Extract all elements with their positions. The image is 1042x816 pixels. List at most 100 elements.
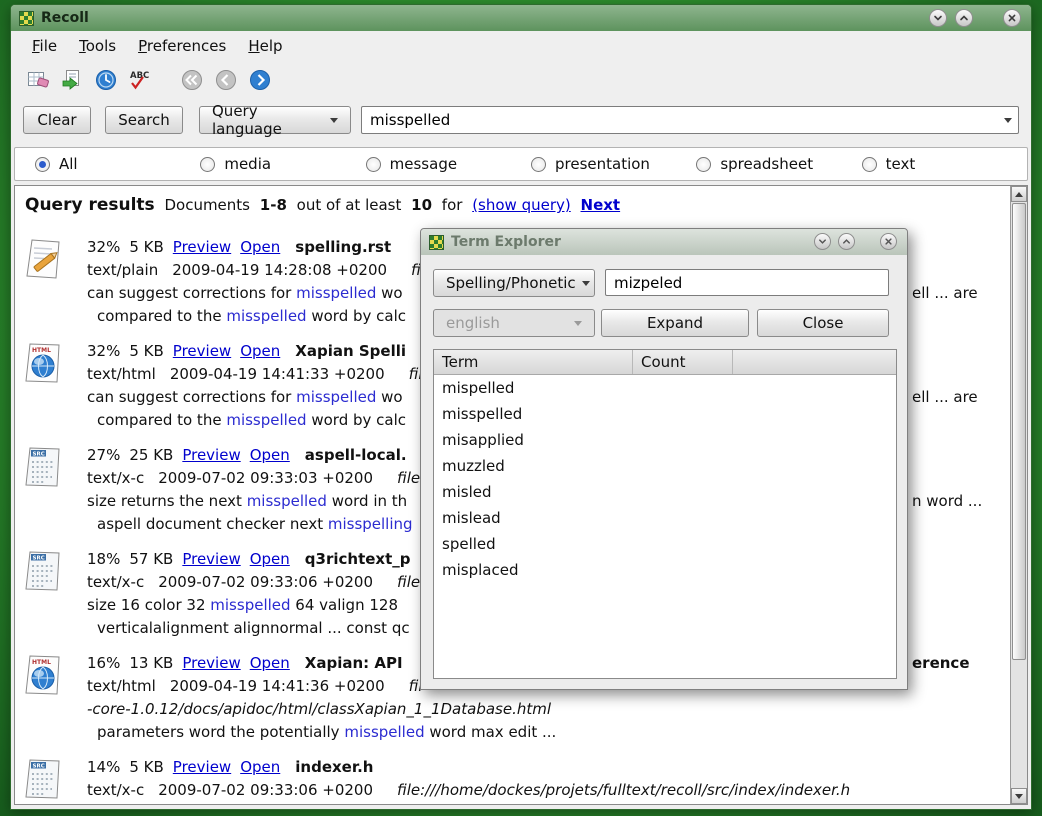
minimize-icon[interactable] bbox=[929, 9, 947, 27]
result-title-right-fragment: erence bbox=[912, 652, 970, 675]
documents-range: 1-8 bbox=[260, 196, 287, 214]
result-date: 2009-04-19 14:28:08 +0200 bbox=[172, 261, 387, 279]
term-row[interactable]: misspelled bbox=[434, 401, 896, 427]
open-link[interactable]: Open bbox=[250, 446, 290, 464]
scroll-down-icon[interactable] bbox=[1011, 788, 1027, 804]
dialog-titlebar[interactable]: Term Explorer bbox=[421, 229, 907, 255]
result-mimetype: text/x-c bbox=[87, 469, 144, 487]
search-combobox[interactable] bbox=[361, 106, 1019, 134]
result-size: 5 KB bbox=[129, 238, 163, 256]
scroll-up-icon[interactable] bbox=[1011, 186, 1027, 202]
next-page-icon[interactable] bbox=[247, 67, 273, 93]
query-history-icon[interactable] bbox=[93, 67, 119, 93]
open-link[interactable]: Open bbox=[240, 238, 280, 256]
open-link[interactable]: Open bbox=[250, 654, 290, 672]
term-explorer-icon[interactable]: ABC bbox=[127, 67, 153, 93]
next-page-link[interactable]: Next bbox=[581, 196, 621, 214]
window-titlebar[interactable]: Recoll bbox=[11, 5, 1031, 31]
first-page-icon bbox=[179, 67, 205, 93]
query-language-dropdown[interactable]: Query language bbox=[199, 106, 351, 134]
snippet-text: size returns the next bbox=[87, 492, 247, 510]
snippet-text: aspell document checker next bbox=[97, 515, 328, 533]
filter-option-presentation[interactable]: presentation bbox=[531, 155, 696, 173]
expand-button[interactable]: Expand bbox=[601, 309, 749, 337]
source-code-icon: SRC bbox=[23, 758, 67, 800]
snippet-text: compared to the bbox=[97, 411, 226, 429]
term-cell: misled bbox=[434, 479, 632, 505]
expansion-mode-dropdown[interactable]: Spelling/Phonetic bbox=[433, 269, 595, 297]
open-link[interactable]: Open bbox=[240, 342, 280, 360]
search-row: Clear Search Query language bbox=[11, 99, 1031, 143]
results-header: Query results Documents 1-8 out of at le… bbox=[25, 195, 625, 215]
term-column-header[interactable]: Term bbox=[434, 350, 632, 374]
term-row[interactable]: mispelled bbox=[434, 375, 896, 401]
preview-link[interactable]: Preview bbox=[173, 758, 231, 776]
term-input[interactable] bbox=[605, 269, 889, 296]
svg-text:SRC: SRC bbox=[33, 764, 45, 770]
preview-link[interactable]: Preview bbox=[173, 342, 231, 360]
preview-link[interactable]: Preview bbox=[173, 238, 231, 256]
result-date: 2009-04-19 14:41:33 +0200 bbox=[170, 365, 385, 383]
menu-help[interactable]: Help bbox=[237, 33, 293, 59]
result-url: file:///home/dockes/projets/fulltext/rec… bbox=[397, 781, 850, 799]
clear-search-icon[interactable] bbox=[25, 67, 51, 93]
result-snippet-line: parameters word the potentially misspell… bbox=[87, 721, 1010, 744]
filter-option-text[interactable]: text bbox=[862, 155, 1027, 173]
term-row[interactable]: misplaced bbox=[434, 557, 896, 583]
filter-option-media[interactable]: media bbox=[200, 155, 365, 173]
clear-button[interactable]: Clear bbox=[23, 106, 91, 134]
preview-link[interactable]: Preview bbox=[182, 654, 240, 672]
close-icon[interactable] bbox=[880, 233, 897, 250]
filter-option-all[interactable]: All bbox=[35, 155, 200, 173]
documents-total: 10 bbox=[411, 196, 432, 214]
filter-option-spreadsheet[interactable]: spreadsheet bbox=[696, 155, 861, 173]
language-dropdown: english bbox=[433, 309, 595, 337]
close-icon[interactable] bbox=[1003, 9, 1021, 27]
menu-tools[interactable]: Tools bbox=[68, 33, 127, 59]
minimize-icon[interactable] bbox=[814, 233, 831, 250]
result-title: aspell-local. bbox=[305, 446, 407, 464]
svg-text:ABC: ABC bbox=[130, 71, 149, 81]
chevron-down-icon[interactable] bbox=[1004, 118, 1012, 127]
menu-file[interactable]: File bbox=[21, 33, 68, 59]
result-size: 5 KB bbox=[129, 342, 163, 360]
term-row[interactable]: misapplied bbox=[434, 427, 896, 453]
vertical-scrollbar[interactable] bbox=[1010, 186, 1027, 804]
result-date: 2009-07-02 09:33:06 +0200 bbox=[158, 781, 373, 799]
result-score: 27% bbox=[87, 446, 120, 464]
count-cell bbox=[632, 479, 732, 505]
search-input[interactable] bbox=[362, 111, 998, 129]
dialog-close-button[interactable]: Close bbox=[757, 309, 889, 337]
result-title: indexer.h bbox=[295, 758, 373, 776]
menu-preferences[interactable]: Preferences bbox=[127, 33, 237, 59]
previous-page-icon bbox=[213, 67, 239, 93]
toolbar: ABC bbox=[11, 61, 1031, 99]
snippet-text: verticalalignment alignnormal ... const … bbox=[97, 619, 410, 637]
open-link[interactable]: Open bbox=[240, 758, 280, 776]
count-column-header[interactable]: Count bbox=[632, 350, 732, 374]
maximize-icon[interactable] bbox=[955, 9, 973, 27]
term-row[interactable]: muzzled bbox=[434, 453, 896, 479]
term-row[interactable]: mislead bbox=[434, 505, 896, 531]
scrollbar-thumb[interactable] bbox=[1012, 203, 1026, 660]
preview-link[interactable]: Preview bbox=[182, 446, 240, 464]
svg-text:HTML: HTML bbox=[32, 347, 51, 354]
out-of-label: out of at least bbox=[297, 196, 402, 214]
result-title: spelling.rst bbox=[295, 238, 391, 256]
maximize-icon[interactable] bbox=[838, 233, 855, 250]
open-link[interactable]: Open bbox=[250, 550, 290, 568]
radio-button-icon bbox=[35, 157, 50, 172]
term-cell: spelled bbox=[434, 531, 632, 557]
term-row[interactable]: spelled bbox=[434, 531, 896, 557]
show-query-link[interactable]: (show query) bbox=[472, 196, 571, 214]
preview-link[interactable]: Preview bbox=[182, 550, 240, 568]
result-mimetype: text/html bbox=[87, 677, 156, 695]
chevron-down-icon bbox=[582, 281, 590, 290]
search-button[interactable]: Search bbox=[105, 106, 183, 134]
save-query-icon[interactable] bbox=[59, 67, 85, 93]
filter-row: All media messagepresentationspreadsheette… bbox=[14, 147, 1028, 181]
filter-option-label: media bbox=[224, 155, 271, 173]
term-row[interactable]: misled bbox=[434, 479, 896, 505]
filter-option-message[interactable]: message bbox=[366, 155, 531, 173]
menu-bar: FileToolsPreferencesHelp bbox=[11, 31, 1031, 61]
